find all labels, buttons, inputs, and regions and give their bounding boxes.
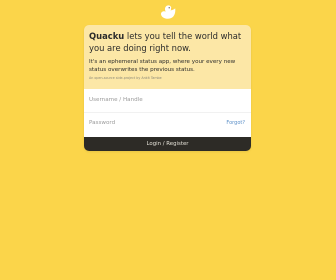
password-input[interactable] — [89, 115, 221, 131]
duck-logo-icon — [160, 5, 176, 19]
field-divider — [84, 112, 251, 113]
forgot-password-link[interactable]: Forgot? — [226, 120, 245, 126]
login-form: Forgot? — [84, 89, 251, 137]
fineprint: An open-source side-project by Ankit Tam… — [89, 76, 162, 80]
login-register-button[interactable]: Login / Register — [84, 137, 251, 151]
login-card: Quacku lets you tell the world what you … — [84, 25, 251, 151]
intro-panel: Quacku lets you tell the world what you … — [84, 25, 251, 89]
headline: Quacku lets you tell the world what you … — [89, 30, 245, 54]
app-description: It's an ephemeral status app, where your… — [89, 59, 236, 73]
username-input[interactable] — [89, 92, 246, 108]
brand-name: Quacku — [89, 31, 125, 41]
